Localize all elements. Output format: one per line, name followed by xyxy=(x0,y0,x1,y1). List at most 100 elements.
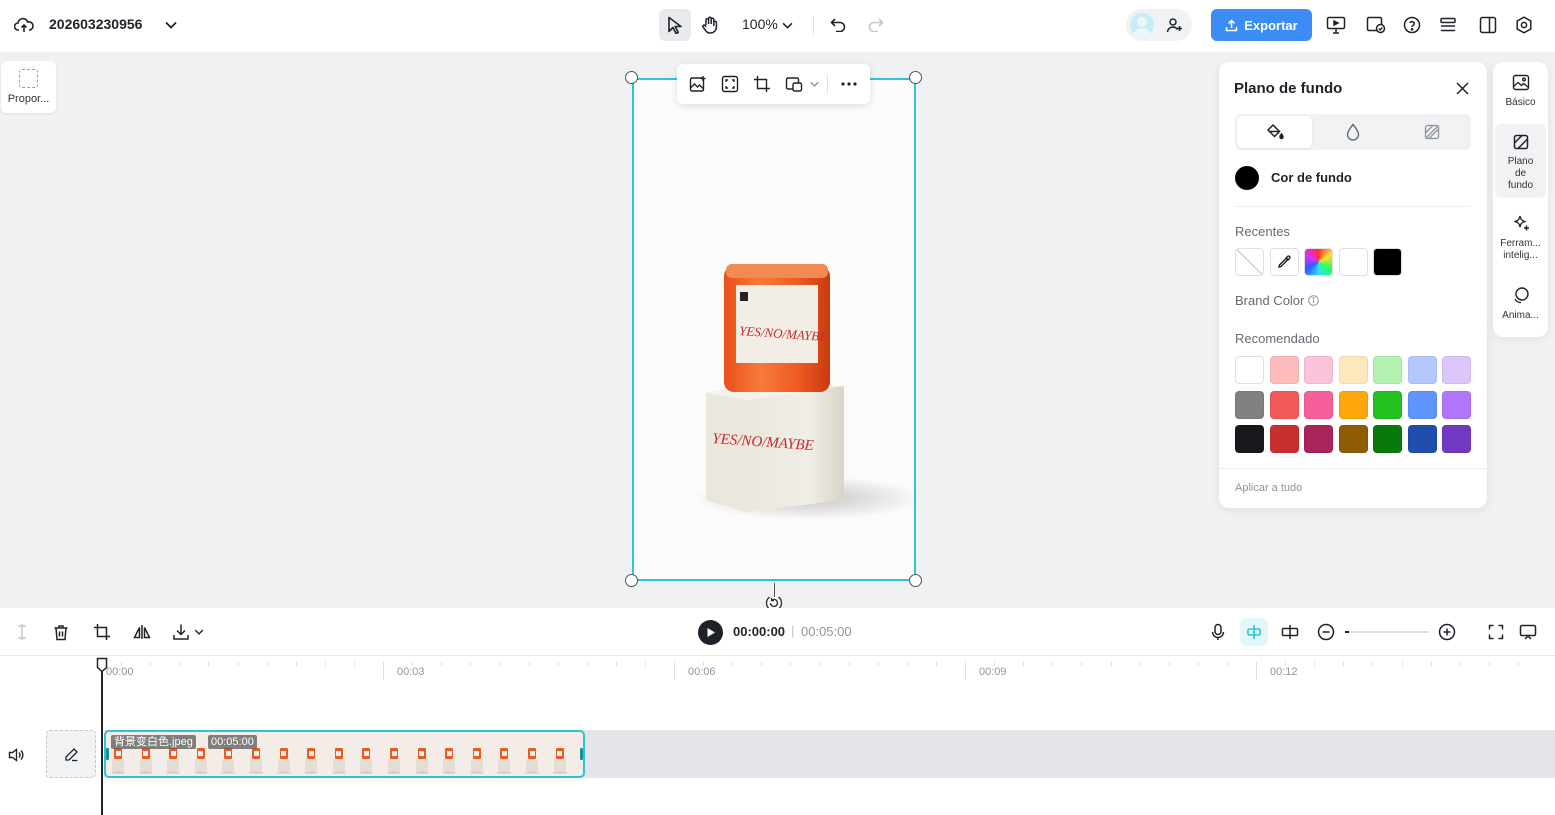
recommended-color-swatch[interactable] xyxy=(1269,356,1299,384)
rail-item-background[interactable]: Plano de fundo xyxy=(1495,124,1546,198)
recommended-color-swatch[interactable] xyxy=(1235,390,1264,419)
recommended-color-swatch[interactable] xyxy=(1338,356,1368,384)
clip-trim-handle-left[interactable] xyxy=(106,748,109,760)
animation-icon xyxy=(1512,286,1530,304)
track-edit-button[interactable] xyxy=(46,730,96,778)
layers-icon[interactable] xyxy=(1437,14,1459,36)
mask-chevron-icon[interactable] xyxy=(808,79,820,89)
crop-icon[interactable] xyxy=(92,622,112,642)
eyedropper-icon[interactable] xyxy=(1269,248,1299,276)
resize-handle-bottom-right[interactable] xyxy=(909,574,922,587)
preview-screen-icon[interactable] xyxy=(1518,622,1538,642)
select-tool-button[interactable] xyxy=(659,9,691,41)
ruler-minor-tick xyxy=(1430,662,1432,666)
recommended-color-swatch[interactable] xyxy=(1407,356,1437,384)
recommended-color-swatch[interactable] xyxy=(1304,425,1333,453)
clip-trim-handle-right[interactable] xyxy=(580,748,583,760)
export-button[interactable]: Exportar xyxy=(1211,9,1312,41)
resize-handle-bottom-left[interactable] xyxy=(625,574,638,587)
recommended-color-swatch[interactable] xyxy=(1407,425,1437,453)
chevron-down-icon[interactable] xyxy=(162,16,180,34)
magnet-snap-button[interactable] xyxy=(1240,618,1268,646)
recommended-color-swatch[interactable] xyxy=(1442,425,1471,453)
recent-color-swatch[interactable] xyxy=(1373,248,1402,276)
zoom-out-icon[interactable] xyxy=(1316,622,1336,642)
recommended-color-swatch[interactable] xyxy=(1442,390,1471,419)
recommended-color-swatch[interactable] xyxy=(1304,390,1333,419)
info-icon[interactable] xyxy=(1308,295,1319,306)
fit-frame-icon[interactable] xyxy=(720,74,740,94)
resize-handle-top-right[interactable] xyxy=(909,71,922,84)
clip-duration: 00:05:00 xyxy=(208,735,257,749)
split-preview-icon[interactable] xyxy=(1280,622,1300,642)
recommended-color-swatch[interactable] xyxy=(1235,425,1264,453)
replace-image-icon[interactable] xyxy=(688,74,708,94)
apply-to-all-button[interactable]: Aplicar a tudo xyxy=(1235,482,1302,494)
resize-handle-top-left[interactable] xyxy=(625,71,638,84)
play-button[interactable] xyxy=(698,620,723,645)
current-color-swatch[interactable] xyxy=(1235,166,1259,190)
avatar[interactable] xyxy=(1130,13,1154,37)
delete-icon[interactable] xyxy=(51,622,71,642)
close-icon[interactable] xyxy=(1453,79,1471,97)
brand-color-label[interactable]: Brand Color xyxy=(1235,293,1319,308)
add-user-button[interactable] xyxy=(1164,16,1184,34)
tab-pattern[interactable] xyxy=(1394,116,1469,148)
settings-icon[interactable] xyxy=(1513,14,1535,36)
zoom-in-icon[interactable] xyxy=(1437,622,1457,642)
zoom-chevron-icon[interactable] xyxy=(780,17,794,33)
clip-thumbnail xyxy=(552,748,567,774)
mask-icon[interactable] xyxy=(784,74,804,94)
download-chevron-icon[interactable] xyxy=(193,627,205,637)
recommended-color-swatch[interactable] xyxy=(1269,390,1299,419)
redo-button[interactable] xyxy=(864,13,888,37)
recommended-color-swatch[interactable] xyxy=(1338,390,1368,419)
hand-tool-button[interactable] xyxy=(696,9,724,41)
recommended-color-swatch[interactable] xyxy=(1373,390,1402,419)
playhead-handle[interactable] xyxy=(96,657,108,673)
help-icon[interactable] xyxy=(1401,14,1423,36)
microphone-icon[interactable] xyxy=(1208,622,1228,642)
recommended-color-swatch[interactable] xyxy=(1373,356,1402,384)
clip-thumbnail xyxy=(497,748,512,774)
ruler-minor-tick xyxy=(790,662,792,666)
recommended-color-swatch[interactable] xyxy=(1442,356,1471,384)
volume-icon[interactable] xyxy=(6,745,26,765)
ruler-minor-tick xyxy=(150,662,152,666)
split-icon[interactable] xyxy=(12,622,32,642)
recommended-color-swatch[interactable] xyxy=(1338,425,1368,453)
crop-icon[interactable] xyxy=(752,74,772,94)
recommended-color-swatch[interactable] xyxy=(1269,425,1299,453)
ruler-minor-tick xyxy=(470,662,472,666)
timeline-zoom-slider[interactable] xyxy=(1345,631,1429,633)
recent-color-swatch[interactable] xyxy=(1338,248,1368,276)
canvas-frame[interactable]: YES/NO/MAYBE YES/NO/MAYBE xyxy=(632,78,916,581)
no-color-swatch[interactable] xyxy=(1235,248,1264,276)
aspect-ratio-button[interactable]: Propor... xyxy=(1,61,56,113)
recommended-color-swatch[interactable] xyxy=(1373,425,1402,453)
rail-item-smart-tools[interactable]: Ferram... intelig... xyxy=(1495,208,1546,268)
present-icon[interactable] xyxy=(1325,14,1347,36)
cloud-upload-icon[interactable] xyxy=(12,14,36,36)
panel-toggle-icon[interactable] xyxy=(1477,14,1499,36)
rail-item-animation[interactable]: Anima... xyxy=(1495,280,1546,328)
rail-item-basic[interactable]: Básico xyxy=(1495,70,1546,118)
more-options-icon[interactable] xyxy=(839,74,859,94)
tab-fill-color[interactable] xyxy=(1237,116,1312,148)
review-icon[interactable] xyxy=(1365,14,1387,36)
timeline-clip[interactable]: 背景变白色.jpeg 00:05:00 xyxy=(104,730,585,778)
flip-icon[interactable] xyxy=(132,622,152,642)
recommended-color-swatch[interactable] xyxy=(1407,390,1437,419)
project-title[interactable]: 202603230956 xyxy=(49,16,142,32)
recommended-color-swatch[interactable] xyxy=(1304,356,1333,384)
undo-button[interactable] xyxy=(826,13,850,37)
color-spectrum-swatch[interactable] xyxy=(1304,248,1333,276)
tab-blur[interactable] xyxy=(1315,116,1390,148)
rail-label: Básico xyxy=(1505,97,1536,108)
zoom-level[interactable]: 100% xyxy=(742,16,778,32)
clip-thumbnail xyxy=(331,748,346,774)
download-icon[interactable] xyxy=(171,622,191,642)
fullscreen-icon[interactable] xyxy=(1486,622,1506,642)
rotate-handle-icon[interactable] xyxy=(765,597,783,608)
recommended-color-swatch[interactable] xyxy=(1235,356,1264,384)
